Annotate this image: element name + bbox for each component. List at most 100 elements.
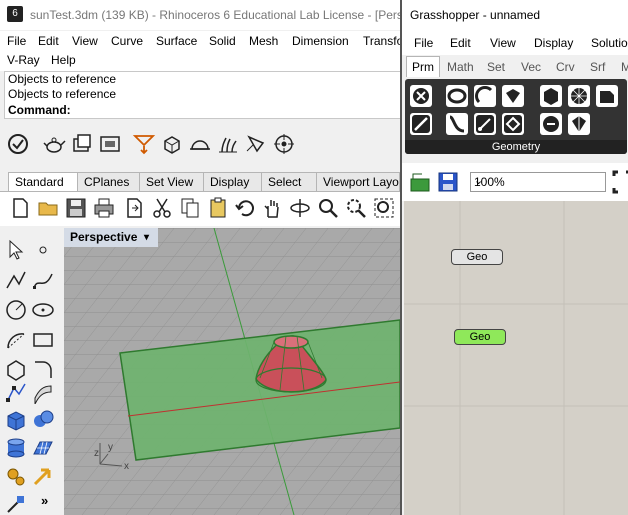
- zoom-window-icon[interactable]: [344, 196, 368, 220]
- box-solid-icon[interactable]: [4, 408, 28, 432]
- cylinder-solid-icon[interactable]: [4, 436, 28, 460]
- gh-menu-edit[interactable]: Edit: [450, 36, 471, 50]
- perspective-viewport[interactable]: z x y: [64, 228, 400, 515]
- viewport-scene: z x y: [64, 228, 400, 515]
- gh-tab-set[interactable]: Set: [487, 57, 505, 77]
- polyline-icon[interactable]: [4, 268, 28, 292]
- command-prompt[interactable]: Command:: [4, 102, 400, 119]
- gh-param-point-icon[interactable]: [502, 113, 524, 135]
- gh-param-surface-icon[interactable]: [596, 85, 618, 107]
- gh-tab-prm[interactable]: Prm: [406, 56, 440, 77]
- gh-param-line-icon[interactable]: [410, 113, 432, 135]
- points-on-icon[interactable]: [4, 380, 28, 404]
- frame-buffer-icon[interactable]: [98, 132, 122, 156]
- gh-tab-vec[interactable]: Vec: [521, 57, 541, 77]
- gh-canvas[interactable]: Geo Geo: [404, 201, 628, 515]
- sphere-solid-icon[interactable]: [31, 408, 55, 432]
- gh-zoom-extents-icon[interactable]: [612, 170, 628, 194]
- menu-transform[interactable]: Transform: [363, 34, 400, 48]
- teapot-icon[interactable]: [42, 132, 66, 156]
- point-icon[interactable]: [31, 238, 55, 262]
- gh-tab-math[interactable]: Math: [447, 57, 474, 77]
- tab-display[interactable]: Display: [203, 172, 262, 192]
- zoom-icon[interactable]: [316, 196, 340, 220]
- tab-set-view[interactable]: Set View: [139, 172, 204, 192]
- object-icon[interactable]: [160, 132, 184, 156]
- menu-file[interactable]: File: [7, 34, 26, 48]
- menu-view[interactable]: View: [72, 34, 98, 48]
- new-file-icon[interactable]: [8, 196, 32, 220]
- open-folder-icon[interactable]: [36, 196, 60, 220]
- gh-tab-more[interactable]: M: [621, 57, 628, 77]
- viewport-label[interactable]: Perspective ▾: [64, 228, 158, 247]
- gh-menu-file[interactable]: File: [414, 36, 433, 50]
- tab-cplanes[interactable]: CPlanes: [77, 172, 140, 192]
- gh-zoom-select[interactable]: 100% ⌄: [470, 172, 606, 192]
- paste-icon[interactable]: [206, 196, 230, 220]
- analyze-icon[interactable]: [4, 492, 28, 515]
- zoom-extents-icon[interactable]: [372, 196, 396, 220]
- pan-hand-icon[interactable]: [260, 196, 284, 220]
- curve-icon[interactable]: [31, 268, 55, 292]
- gh-open-file-icon[interactable]: [408, 170, 432, 194]
- gh-geometry-node-selected[interactable]: Geo: [454, 329, 506, 345]
- rectangle-icon[interactable]: [31, 328, 55, 352]
- circle-icon[interactable]: [4, 298, 28, 322]
- gh-geometry-node[interactable]: Geo: [451, 249, 503, 265]
- gh-param-field-icon[interactable]: [568, 113, 590, 135]
- gh-param-arc-icon[interactable]: [474, 85, 496, 107]
- render-window-icon[interactable]: [70, 132, 94, 156]
- gh-param-plane-icon[interactable]: [474, 113, 496, 135]
- select-arrow-icon[interactable]: [4, 238, 28, 262]
- gh-param-circle-icon[interactable]: [446, 85, 468, 107]
- rotate-view-icon[interactable]: [288, 196, 312, 220]
- save-icon[interactable]: [64, 196, 88, 220]
- fur-icon[interactable]: [216, 132, 240, 156]
- tab-standard[interactable]: Standard: [8, 172, 78, 192]
- decal-icon[interactable]: [244, 132, 268, 156]
- cut-icon[interactable]: [150, 196, 174, 220]
- arc-icon[interactable]: [4, 328, 28, 352]
- ellipse-icon[interactable]: [31, 298, 55, 322]
- fillet-icon[interactable]: [31, 358, 55, 382]
- gh-save-file-icon[interactable]: [436, 170, 460, 194]
- gh-param-curve-icon[interactable]: [446, 113, 468, 135]
- gh-tab-srf[interactable]: Srf: [590, 57, 605, 77]
- menu-solid[interactable]: Solid: [209, 34, 236, 48]
- gh-param-delete-icon[interactable]: [410, 85, 432, 107]
- more-tools-chevron-icon[interactable]: »: [41, 493, 48, 508]
- tab-select[interactable]: Select: [261, 172, 317, 192]
- surface-patch-icon[interactable]: [31, 380, 55, 404]
- light-icon[interactable]: [132, 132, 156, 156]
- menu-curve[interactable]: Curve: [111, 34, 143, 48]
- gh-param-mesh-icon[interactable]: [568, 85, 590, 107]
- mesh-plane-icon[interactable]: [31, 436, 55, 460]
- polygon-icon[interactable]: [4, 358, 28, 382]
- undo-icon[interactable]: [234, 196, 258, 220]
- gh-param-twisted-box-icon[interactable]: [540, 113, 562, 135]
- menu-dimension[interactable]: Dimension: [292, 34, 349, 48]
- copy-icon[interactable]: [178, 196, 202, 220]
- gh-menu-view[interactable]: View: [490, 36, 516, 50]
- print-icon[interactable]: [92, 196, 116, 220]
- target-icon[interactable]: [272, 132, 296, 156]
- menu-edit[interactable]: Edit: [38, 34, 59, 48]
- check-icon[interactable]: [6, 132, 30, 156]
- menu-surface[interactable]: Surface: [156, 34, 197, 48]
- transform-arrow-icon[interactable]: [31, 464, 55, 488]
- menu-help[interactable]: Help: [51, 53, 76, 67]
- gh-menu-solution[interactable]: Solution: [591, 36, 628, 50]
- viewport-dropdown-icon[interactable]: ▾: [144, 228, 149, 247]
- gears-icon[interactable]: [4, 464, 28, 488]
- menu-mesh[interactable]: Mesh: [249, 34, 278, 48]
- gh-palette-category[interactable]: Geometry: [405, 140, 627, 154]
- gh-tab-crv[interactable]: Crv: [556, 57, 575, 77]
- tab-viewport-layout[interactable]: Viewport Layout: [316, 172, 400, 192]
- gh-param-brep-icon[interactable]: [540, 85, 562, 107]
- gh-param-box-icon[interactable]: [502, 85, 524, 107]
- dome-light-icon[interactable]: [188, 132, 212, 156]
- gh-menu-display[interactable]: Display: [534, 36, 573, 50]
- import-icon[interactable]: [122, 196, 146, 220]
- gh-canvas-grid: [404, 201, 628, 515]
- menu-vray[interactable]: V-Ray: [7, 53, 40, 67]
